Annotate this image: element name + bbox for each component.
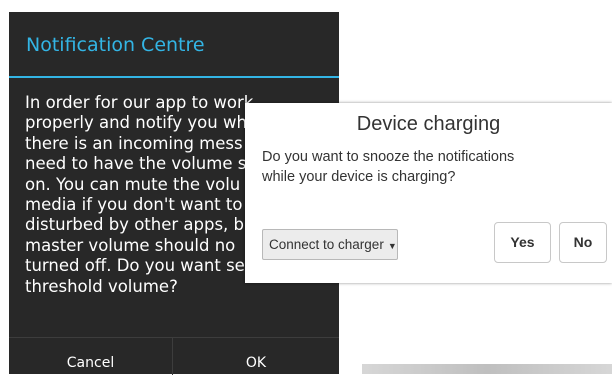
ok-button[interactable]: OK [173,338,339,375]
message-line: In order for our app to work [25,93,254,112]
dialog-title: Notification Centre [26,34,205,56]
no-button[interactable]: No [559,222,607,263]
yes-button[interactable]: Yes [494,222,551,263]
message-line: media if you don't want to [25,195,243,215]
message-line: disturbed by other apps, b [25,215,245,235]
dropdown-arrow-icon: ▼ [387,241,397,251]
dialog-button-bar: Cancel OK [9,337,339,375]
background-image-fragment [362,364,612,374]
dialog-title: Device charging [356,113,501,135]
message-line: on. You can mute the volu [25,174,241,194]
cancel-button[interactable]: Cancel [9,338,172,375]
title-divider [9,76,339,78]
message-line: properly and notify you wh [25,113,247,133]
message-line: threshold volume? [25,276,178,296]
dialog-message: Do you want to snooze the notifications … [262,147,602,187]
message-line: need to have the volume s [25,154,247,174]
message-line: there is an incoming mess [25,133,243,153]
select-value: Connect to charger [269,237,384,252]
message-line: master volume should no [25,235,236,255]
message-line: Do you want to snooze the notifications [262,149,515,165]
charger-select[interactable]: Connect to charger ▼ [262,229,398,260]
device-charging-dialog: Device charging Do you want to snooze th… [245,103,612,283]
message-line: while your device is charging? [262,169,456,185]
